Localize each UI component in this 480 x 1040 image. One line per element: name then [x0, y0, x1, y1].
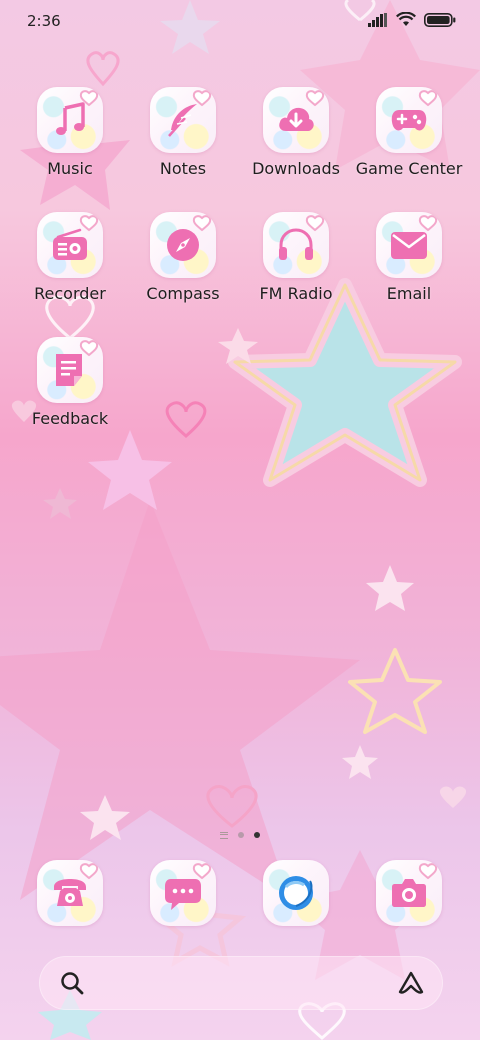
gamepad-icon — [391, 110, 427, 131]
app-recorder[interactable]: Recorder — [15, 212, 125, 303]
app-music[interactable]: Music — [15, 87, 125, 178]
email-app-icon[interactable] — [376, 212, 442, 278]
app-label-compass: Compass — [146, 284, 220, 303]
app-label-notes: Notes — [159, 159, 207, 178]
page-dot-1[interactable] — [238, 832, 244, 838]
app-compass[interactable]: Compass — [128, 212, 238, 303]
game-center-app-icon[interactable] — [376, 87, 442, 153]
page-dot-2-active[interactable] — [254, 832, 260, 838]
status-bar: 2:36 — [0, 0, 480, 44]
app-fm-radio[interactable]: FM Radio — [241, 212, 351, 303]
feedback-document-icon — [56, 354, 82, 386]
compass-app-icon[interactable] — [150, 212, 216, 278]
assistant-icon[interactable] — [397, 970, 425, 996]
messages-app-icon[interactable] — [150, 860, 216, 926]
phone-app-icon[interactable] — [37, 860, 103, 926]
status-icons — [368, 12, 456, 27]
camera-icon — [392, 879, 426, 907]
app-label-email: Email — [386, 284, 432, 303]
dock-messages[interactable] — [128, 860, 238, 926]
headphones-icon — [279, 228, 313, 260]
browser-planet-icon — [279, 876, 313, 910]
app-label-downloads: Downloads — [252, 159, 340, 178]
page-indicator[interactable] — [0, 828, 480, 842]
dock-phone[interactable] — [15, 860, 125, 926]
feedback-app-icon[interactable] — [37, 337, 103, 403]
page-list-indicator-icon[interactable] — [220, 831, 228, 839]
cloud-download-icon — [279, 107, 314, 131]
music-app-icon[interactable] — [37, 87, 103, 153]
wifi-icon — [396, 12, 416, 26]
browser-app-icon[interactable] — [263, 860, 329, 926]
music-note-icon — [56, 102, 85, 135]
app-label-game-center: Game Center — [355, 159, 463, 178]
cellular-signal-icon — [368, 12, 387, 27]
downloads-app-icon[interactable] — [263, 87, 329, 153]
app-label-music: Music — [47, 159, 93, 178]
app-label-feedback: Feedback — [31, 409, 109, 428]
dock-camera[interactable] — [354, 860, 464, 926]
feather-quill-icon — [168, 104, 197, 137]
app-downloads[interactable]: Downloads — [241, 87, 351, 178]
status-time: 2:36 — [27, 12, 61, 30]
search-icon[interactable] — [59, 970, 85, 996]
dock-browser[interactable] — [241, 860, 351, 926]
telephone-icon — [54, 879, 86, 906]
envelope-icon — [391, 232, 427, 259]
chat-bubble-icon — [165, 879, 201, 910]
app-game-center[interactable]: Game Center — [354, 87, 464, 178]
app-label-recorder: Recorder — [34, 284, 106, 303]
radio-icon — [53, 228, 87, 260]
compass-icon — [167, 229, 199, 261]
app-label-fm-radio: FM Radio — [259, 284, 333, 303]
fm-radio-app-icon[interactable] — [263, 212, 329, 278]
notes-app-icon[interactable] — [150, 87, 216, 153]
app-notes[interactable]: Notes — [128, 87, 238, 178]
search-bar[interactable] — [39, 956, 443, 1010]
recorder-app-icon[interactable] — [37, 212, 103, 278]
app-email[interactable]: Email — [354, 212, 464, 303]
camera-app-icon[interactable] — [376, 860, 442, 926]
app-feedback[interactable]: Feedback — [15, 337, 125, 428]
battery-icon — [424, 12, 456, 27]
